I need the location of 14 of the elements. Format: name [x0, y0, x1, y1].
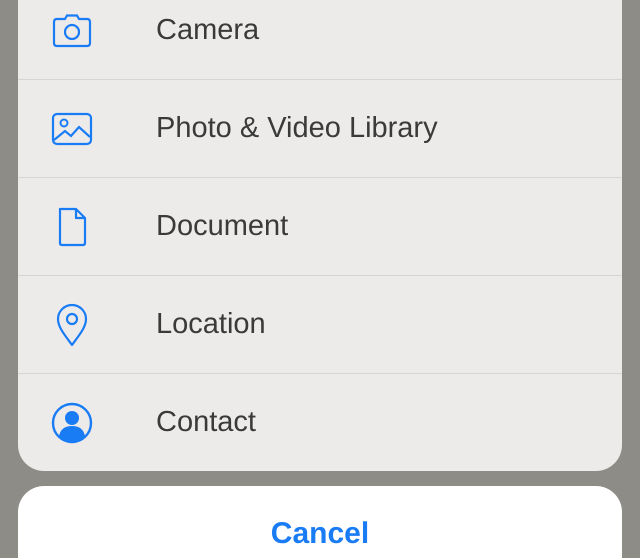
menu-item[interactable]: Photo & Video Library	[18, 79, 622, 177]
camera-icon	[50, 14, 94, 48]
menu-item-label: Camera	[156, 14, 260, 47]
menu-item[interactable]: Contact	[18, 373, 622, 471]
menu-item-label: Photo & Video Library	[156, 112, 438, 145]
menu-item[interactable]: Document	[18, 177, 622, 275]
menu-item-label: Document	[156, 210, 288, 243]
menu-item-label: Location	[156, 308, 266, 341]
contact-icon	[50, 402, 94, 444]
menu-item[interactable]: Location	[18, 275, 622, 373]
cancel-button[interactable]: Cancel	[18, 486, 622, 558]
menu-item-label: Contact	[156, 406, 256, 439]
image-icon	[50, 112, 94, 146]
menu-item[interactable]: Camera	[18, 0, 622, 79]
